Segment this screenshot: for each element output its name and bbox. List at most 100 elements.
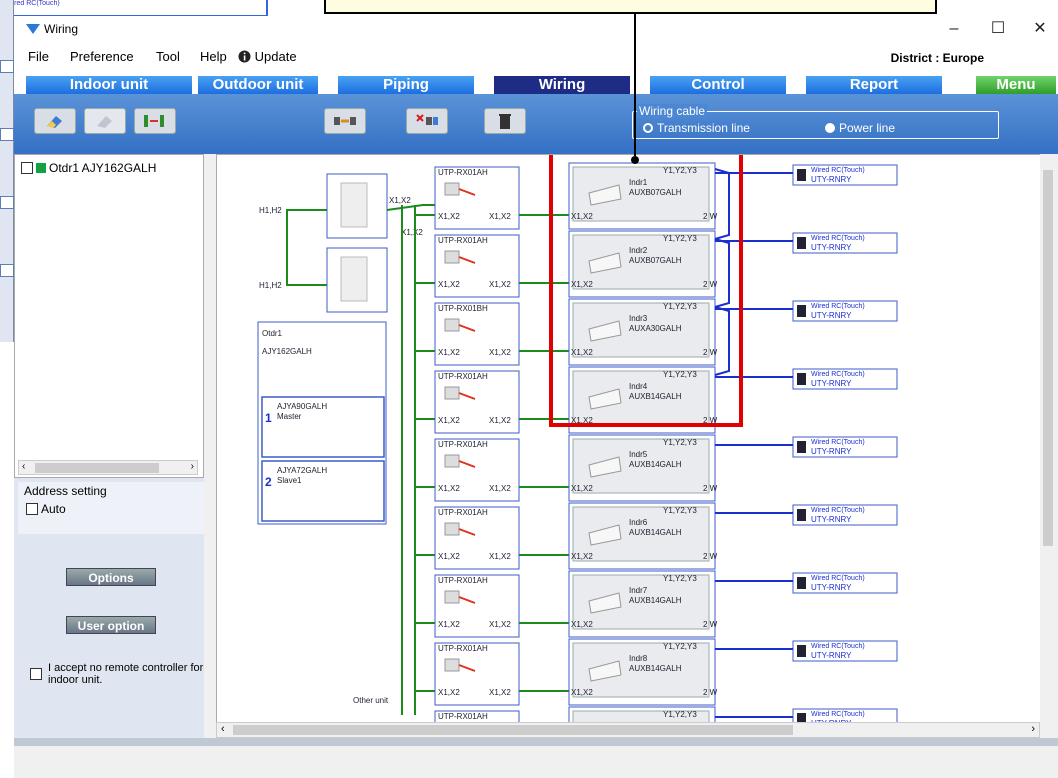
eraser-disabled-icon[interactable]	[84, 108, 126, 134]
adapter-icon	[444, 318, 460, 332]
transmission-line-radio[interactable]: Transmission line	[643, 121, 750, 135]
tab-wiring[interactable]: Wiring	[494, 76, 630, 94]
scroll-right-icon[interactable]: ›	[1031, 723, 1035, 735]
adapter-model: UTP-RX01AH	[438, 372, 488, 381]
scroll-left-icon[interactable]: ‹	[22, 461, 25, 472]
disconnect-icon[interactable]	[406, 108, 448, 134]
remote-controller-icon	[797, 373, 806, 385]
tree-checkbox[interactable]	[21, 162, 33, 174]
indoor-x-terminal: X1,X2	[571, 620, 593, 629]
accept-checkbox[interactable]	[30, 668, 42, 680]
indoor-x-terminal: X1,X2	[571, 688, 593, 697]
background-rc-icon	[0, 60, 14, 73]
indoor-y-terminal: Y1,Y2,Y3	[663, 642, 697, 651]
address-setting-title: Address setting	[24, 484, 107, 498]
adapter-model: UTP-RX01AH	[438, 508, 488, 517]
indoor-y-terminal: Y1,Y2,Y3	[663, 710, 697, 719]
background-rc-icon	[0, 128, 14, 141]
annotation-pointer-dot	[631, 156, 639, 164]
rc-model: UTY-RNRY	[811, 379, 852, 388]
rc-type: Wired RC(Touch)	[811, 439, 865, 446]
terminal-label: X1,X2	[401, 228, 423, 237]
scroll-right-icon[interactable]: ›	[191, 461, 194, 472]
rc-type: Wired RC(Touch)	[811, 167, 865, 174]
tab-report[interactable]: Report	[806, 76, 942, 94]
adapter-model: UTP-RX01AH	[438, 236, 488, 245]
diagram-vertical-scrollbar[interactable]	[1040, 154, 1056, 738]
indoor-x-terminal: X1,X2	[571, 552, 593, 561]
rc-model: UTY-RNRY	[811, 515, 852, 524]
adapter-model: UTP-RX01AH	[438, 440, 488, 449]
indoor-name: Indr7	[629, 586, 648, 595]
adapter-terminal: X1,X2	[438, 688, 460, 697]
maximize-button[interactable]: ☐	[976, 18, 1020, 42]
rc-model: UTY-RNRY	[811, 583, 852, 592]
indoor-name: Indr5	[629, 450, 648, 459]
indoor-name: Indr4	[629, 382, 648, 391]
adapter-icon	[444, 522, 460, 536]
minimize-button[interactable]: –	[932, 18, 976, 42]
indoor-w-label: 2 W	[703, 348, 718, 357]
adapter-icon	[444, 182, 460, 196]
eraser-icon[interactable]	[34, 108, 76, 134]
adapter-terminal: X1,X2	[489, 552, 511, 561]
tab-indoor-unit[interactable]: Indoor unit	[26, 76, 192, 94]
scrollbar-thumb[interactable]	[233, 725, 793, 735]
remote-controller-icon	[797, 237, 806, 249]
tab-menu[interactable]: Menu	[976, 76, 1056, 94]
radio-circle-icon	[643, 123, 653, 133]
auto-checkbox[interactable]: Auto	[26, 502, 66, 516]
tree-horizontal-scrollbar[interactable]: ‹ ›	[18, 460, 198, 475]
tree-item-otdr1[interactable]: Otdr1 AJY162GALH	[21, 161, 156, 175]
auto-wire-icon[interactable]	[134, 108, 176, 134]
indoor-x-terminal: X1,X2	[571, 280, 593, 289]
menu-tool[interactable]: Tool	[156, 49, 180, 64]
indoor-name: Indr6	[629, 518, 648, 527]
adapter-terminal: X1,X2	[438, 416, 460, 425]
indoor-model: AUXB14GALH	[629, 392, 682, 401]
adapter-icon	[444, 386, 460, 400]
power-line-radio[interactable]: Power line	[825, 121, 895, 135]
trash-icon[interactable]	[484, 108, 526, 134]
adapter-icon	[444, 658, 460, 672]
rc-type: Wired RC(Touch)	[811, 235, 865, 242]
indoor-y-terminal: Y1,Y2,Y3	[663, 438, 697, 447]
terminal-label: H1,H2	[259, 206, 282, 215]
indoor-y-terminal: Y1,Y2,Y3	[663, 574, 697, 583]
close-button[interactable]: ✕	[1018, 18, 1058, 42]
scroll-left-icon[interactable]: ‹	[221, 723, 225, 735]
app-icon	[26, 24, 40, 34]
adapter-terminal: X1,X2	[438, 484, 460, 493]
adapter-terminal: X1,X2	[438, 552, 460, 561]
menu-file[interactable]: File	[28, 49, 49, 64]
user-option-button[interactable]: User option	[66, 616, 156, 634]
tab-piping[interactable]: Piping	[338, 76, 474, 94]
options-button[interactable]: Options	[66, 568, 156, 586]
indoor-model: AUXB07GALH	[629, 188, 682, 197]
menu-update[interactable]: Update	[238, 49, 297, 64]
blue-link	[714, 306, 730, 376]
window-title: Wiring	[44, 22, 79, 36]
indoor-y-terminal: Y1,Y2,Y3	[663, 166, 697, 175]
scrollbar-thumb[interactable]	[1043, 170, 1053, 546]
tab-control[interactable]: Control	[650, 76, 786, 94]
tab-outdoor-unit[interactable]: Outdoor unit	[198, 76, 318, 94]
diagram-horizontal-scrollbar[interactable]: ‹ ›	[216, 722, 1040, 738]
menu-help[interactable]: Help	[200, 49, 227, 64]
menu-preference[interactable]: Preference	[70, 49, 134, 64]
adapter-terminal: X1,X2	[489, 212, 511, 221]
indoor-y-terminal: Y1,Y2,Y3	[663, 234, 697, 243]
adapter-terminal: X1,X2	[489, 484, 511, 493]
adapter-model: UTP-RX01AH	[438, 576, 488, 585]
indoor-model: AUXA30GALH	[629, 324, 682, 333]
adapter-model: UTP-RX01AH	[438, 168, 488, 177]
adapter-terminal: X1,X2	[489, 620, 511, 629]
scrollbar-thumb[interactable]	[35, 463, 159, 473]
subunit-role: Slave1	[277, 476, 302, 485]
rc-type: Wired RC(Touch)	[811, 303, 865, 310]
connect-icon[interactable]	[324, 108, 366, 134]
adapter-terminal: X1,X2	[489, 688, 511, 697]
indoor-model: AUXB07GALH	[629, 256, 682, 265]
other-unit-label: Other unit	[353, 696, 389, 705]
unit-tree: Otdr1 AJY162GALH	[14, 154, 204, 478]
